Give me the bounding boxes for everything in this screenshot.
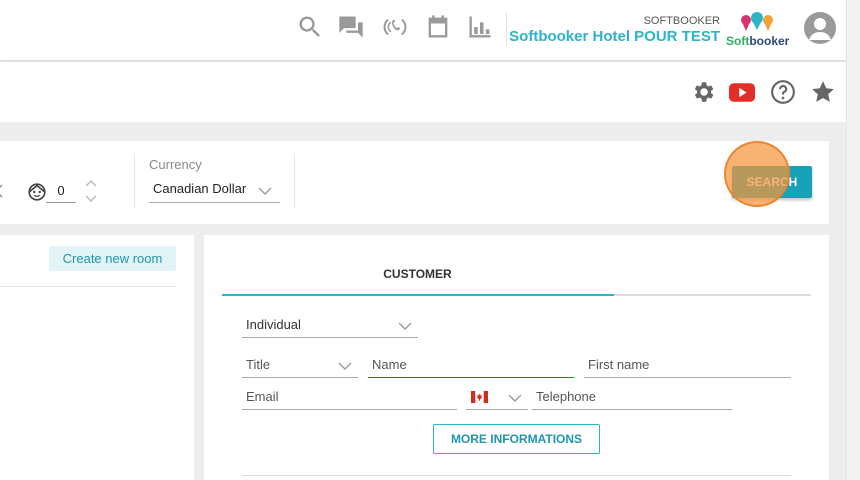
canada-flag-icon [471, 391, 488, 403]
divider [294, 155, 295, 209]
bar-chart-icon[interactable] [465, 12, 495, 42]
create-room-button[interactable]: Create new room [49, 246, 176, 271]
toolbar [0, 62, 846, 122]
title-placeholder: Title [246, 357, 271, 372]
rooms-panel: Create new room [0, 235, 194, 480]
child-icon [28, 183, 46, 201]
currency-value: Canadian Dollar [153, 181, 247, 196]
count-stepper[interactable] [84, 177, 98, 205]
user-icon [809, 18, 831, 40]
chevron-down-icon [258, 187, 272, 195]
calendar-icon[interactable] [423, 12, 453, 42]
hotel-company: SOFTBOOKER [643, 15, 720, 27]
logo-text: Softbooker [726, 34, 790, 48]
search-panel: 0 Currency Canadian Dollar SEARCH [0, 141, 829, 224]
telephone-field[interactable]: Telephone [532, 385, 732, 410]
search-button[interactable]: SEARCH [732, 166, 812, 198]
search-icon[interactable] [295, 12, 325, 42]
name-field[interactable]: Name [368, 353, 574, 378]
divider [0, 286, 176, 287]
chevron-down-icon [338, 362, 352, 370]
chevron-left-icon [0, 184, 3, 198]
more-informations-button[interactable]: MORE INFORMATIONS [433, 424, 600, 454]
divider [134, 155, 135, 209]
logo-pins-icon [741, 12, 773, 31]
tab-active-indicator [222, 294, 614, 296]
customer-type-value: Individual [246, 317, 301, 332]
chevron-down-icon [508, 394, 522, 402]
chat-icon[interactable] [336, 12, 366, 42]
help-icon[interactable] [769, 78, 797, 106]
currency-select[interactable]: Canadian Dollar [149, 179, 280, 203]
hotel-name[interactable]: Softbooker Hotel POUR TEST [500, 28, 720, 45]
title-select[interactable]: Title [242, 353, 358, 378]
customer-panel: CUSTOMER Individual Title Name First nam… [204, 235, 829, 480]
first-name-field[interactable]: First name [584, 353, 791, 378]
tab-customer[interactable]: CUSTOMER [222, 261, 613, 296]
customer-type-select[interactable]: Individual [242, 313, 418, 338]
scrollbar[interactable] [846, 0, 860, 480]
currency-label: Currency [149, 157, 202, 172]
youtube-icon[interactable] [728, 78, 756, 106]
email-field[interactable]: Email [242, 385, 457, 410]
softbooker-logo: Softbooker [726, 12, 790, 48]
star-icon[interactable] [809, 78, 837, 106]
phone-ring-icon[interactable] [380, 12, 410, 42]
divider [242, 475, 791, 476]
children-count-input[interactable]: 0 [46, 177, 76, 203]
chevron-down-icon [398, 322, 412, 330]
top-bar: SOFTBOOKER Softbooker Hotel POUR TEST So… [0, 0, 846, 60]
avatar[interactable] [804, 12, 836, 44]
gear-icon[interactable] [689, 78, 717, 106]
